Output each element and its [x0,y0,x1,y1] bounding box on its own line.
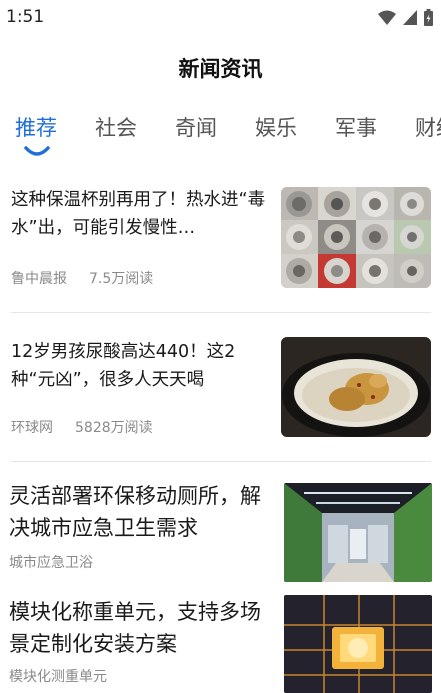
news-item[interactable]: 12岁男孩尿酸高达440！这2种“元凶”，很多人天天喝 环球网 5828万阅读 [0,313,441,461]
news-thumbnail [281,187,431,288]
status-bar: 1:51 [0,0,441,36]
news-source: 鲁中晨报 [11,271,67,287]
news-item[interactable]: 这种保温杯别再用了！热水进“毒水”出，可能引发慢性… 鲁中晨报 7.5万阅读 [0,170,441,310]
ad-item[interactable]: 灵活部署环保移动厕所，解决城市应急卫生需求 城市应急卫浴 [0,462,441,587]
tab-entertainment[interactable]: 娱乐 [255,112,297,142]
tab-odd-news[interactable]: 奇闻 [175,112,217,142]
news-thumbnail [281,337,431,437]
news-title: 这种保温杯别再用了！热水进“毒水”出，可能引发慢性… [11,190,266,238]
news-meta: 环球网 5828万阅读 [11,417,153,437]
tab-military[interactable]: 军事 [335,112,377,142]
news-title: 12岁男孩尿酸高达440！这2种“元凶”，很多人天天喝 [11,342,236,390]
ad-item[interactable]: 模块化称重单元，支持多场景定制化安装方案 模块化测重单元 [0,588,441,693]
ad-source: 城市应急卫浴 [9,555,93,571]
active-tab-indicator [24,146,50,156]
news-meta: 鲁中晨报 7.5万阅读 [11,268,153,288]
page-title: 新闻资讯 [178,57,263,81]
ad-title: 灵活部署环保移动厕所，解决城市应急卫生需求 [9,484,261,540]
thermos-cups-image [281,187,431,288]
category-tabs: 推荐 社会 奇闻 娱乐 军事 财经 [0,108,441,160]
status-icons [378,9,433,26]
news-reads: 7.5万阅读 [89,271,154,287]
tab-society[interactable]: 社会 [95,112,137,142]
status-time: 1:51 [6,7,45,27]
ad-source: 模块化测重单元 [9,669,107,685]
ad-thumbnail [284,483,432,582]
battery-icon [424,9,433,26]
ad-thumbnail [284,595,432,693]
glowing-chip-image [284,595,432,693]
tab-finance[interactable]: 财经 [415,112,441,142]
mobile-toilet-image [284,483,432,582]
news-reads: 5828万阅读 [75,420,153,436]
wifi-icon [378,10,396,25]
cell-signal-icon [403,10,417,25]
news-source: 环球网 [11,420,53,436]
tab-recommend[interactable]: 推荐 [15,112,57,142]
ad-title: 模块化称重单元，支持多场景定制化安装方案 [9,600,261,656]
chicken-soup-image [281,337,431,437]
